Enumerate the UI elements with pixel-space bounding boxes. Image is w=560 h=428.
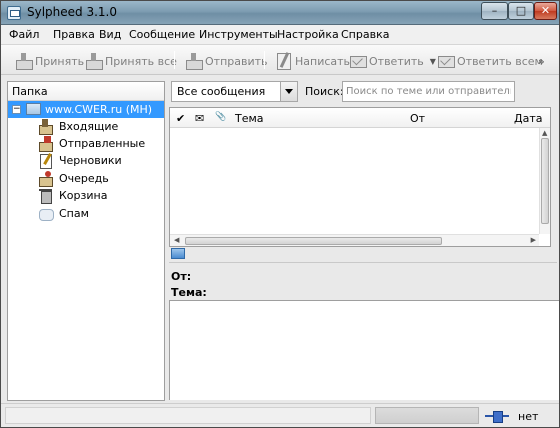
filter-value: Все сообщения [177, 85, 266, 98]
search-input[interactable] [342, 81, 515, 102]
folder-drafts[interactable]: Черновики [38, 152, 122, 169]
drafts-icon [38, 153, 53, 169]
inbox-tray-icon [85, 52, 103, 70]
menu-message[interactable]: Сообщение [129, 28, 195, 41]
scroll-left-icon[interactable]: ◀ [174, 236, 179, 244]
folder-sent[interactable]: Отправленные [38, 135, 145, 152]
date-column-header[interactable]: Дата [514, 112, 542, 125]
app-icon [7, 6, 21, 20]
toolbar-separator [264, 51, 265, 69]
message-list-hscroll[interactable]: ◀ ▶ [170, 234, 539, 246]
menu-edit[interactable]: Правка [53, 28, 95, 41]
folder-pane-header: Папка [8, 82, 164, 101]
close-button[interactable]: ✕ [534, 2, 557, 20]
chevron-down-icon[interactable]: ▼ [430, 57, 436, 66]
folder-trash[interactable]: Корзина [38, 187, 107, 204]
mailbox-icon [26, 103, 41, 115]
reply-envelope-icon [349, 52, 367, 70]
reply-all-button[interactable]: Ответить всем [437, 50, 543, 72]
folder-spam[interactable]: Спам [38, 205, 89, 222]
menu-view[interactable]: Вид [99, 28, 121, 41]
send-button[interactable]: Отправить [185, 50, 268, 72]
inbox-tray-icon [15, 52, 33, 70]
folder-queue[interactable]: Очередь [38, 170, 109, 187]
status-text-area [5, 407, 371, 424]
get-all-button[interactable]: Принять все [85, 50, 177, 72]
toolbar-overflow-button[interactable]: » [538, 55, 545, 68]
menu-settings[interactable]: Настройка [277, 28, 339, 41]
folder-inbox[interactable]: Входящие [38, 118, 118, 135]
reply-button[interactable]: Ответить ▼ [349, 50, 436, 72]
unread-column-icon[interactable]: ✉ [195, 112, 204, 125]
account-label: www.CWER.ru (MH) [45, 103, 153, 116]
menu-help[interactable]: Справка [341, 28, 389, 41]
online-status-text: нет [518, 410, 539, 423]
scroll-up-icon[interactable]: ▲ [542, 129, 547, 137]
compose-pencil-icon [275, 52, 293, 70]
status-bar: нет [1, 403, 559, 427]
search-label: Поиск: [305, 85, 344, 98]
message-list-vscroll[interactable]: ▲ [539, 128, 550, 234]
from-column-header[interactable]: От [410, 112, 425, 125]
get-mail-button[interactable]: Принять [15, 50, 84, 72]
scroll-right-icon[interactable]: ▶ [531, 236, 536, 244]
message-from-label: От: [171, 270, 192, 283]
minimize-button[interactable]: – [481, 2, 508, 20]
menu-tools[interactable]: Инструменты [199, 28, 278, 41]
maximize-button[interactable]: □ [508, 2, 534, 20]
hscroll-thumb[interactable] [185, 237, 442, 245]
attachment-column-icon[interactable]: 📎 [215, 112, 226, 122]
compose-button[interactable]: Написать [275, 50, 350, 72]
filter-select[interactable]: Все сообщения [171, 81, 298, 102]
online-status-icon[interactable] [485, 410, 509, 423]
account-tree-node[interactable]: − www.CWER.ru (MH) [8, 101, 164, 118]
message-body[interactable] [169, 300, 559, 400]
toolbar-separator [174, 51, 175, 69]
folder-pane: Папка − www.CWER.ru (MH) Входящие Отправ… [7, 81, 165, 401]
subject-column-header[interactable]: Тема [235, 112, 264, 125]
toolbar: Принять Принять все Отправить Написать О… [1, 45, 559, 75]
progress-bar [375, 407, 479, 424]
dropdown-arrow-icon[interactable] [280, 82, 297, 101]
message-subject-label: Тема: [171, 286, 207, 299]
outbox-tray-icon [185, 52, 203, 70]
mark-column-icon[interactable]: ✔ [176, 112, 185, 125]
menu-bar: Файл Правка Вид Сообщение Инструменты На… [1, 25, 559, 45]
vscroll-thumb[interactable] [541, 138, 549, 224]
message-list: ✔ ✉ 📎 Тема От Дата ▲ ◀ ▶ [169, 107, 551, 247]
pane-divider[interactable] [169, 262, 557, 263]
collapse-toggle-icon[interactable]: − [12, 105, 21, 114]
message-list-header: ✔ ✉ 📎 Тема От Дата [170, 108, 550, 128]
window-title: Sylpheed 3.1.0 [27, 5, 118, 19]
queue-icon [38, 171, 53, 187]
title-bar: Sylpheed 3.1.0 – □ ✕ [1, 1, 559, 25]
inbox-icon [38, 119, 53, 135]
trash-icon [38, 188, 53, 204]
folder-icon [171, 248, 185, 259]
reply-all-envelope-icon [437, 52, 455, 70]
spam-icon [38, 206, 54, 221]
menu-file[interactable]: Файл [9, 28, 39, 41]
sent-icon [38, 136, 53, 152]
folder-strip [169, 247, 551, 261]
app-window: Sylpheed 3.1.0 – □ ✕ Файл Правка Вид Соо… [0, 0, 560, 428]
